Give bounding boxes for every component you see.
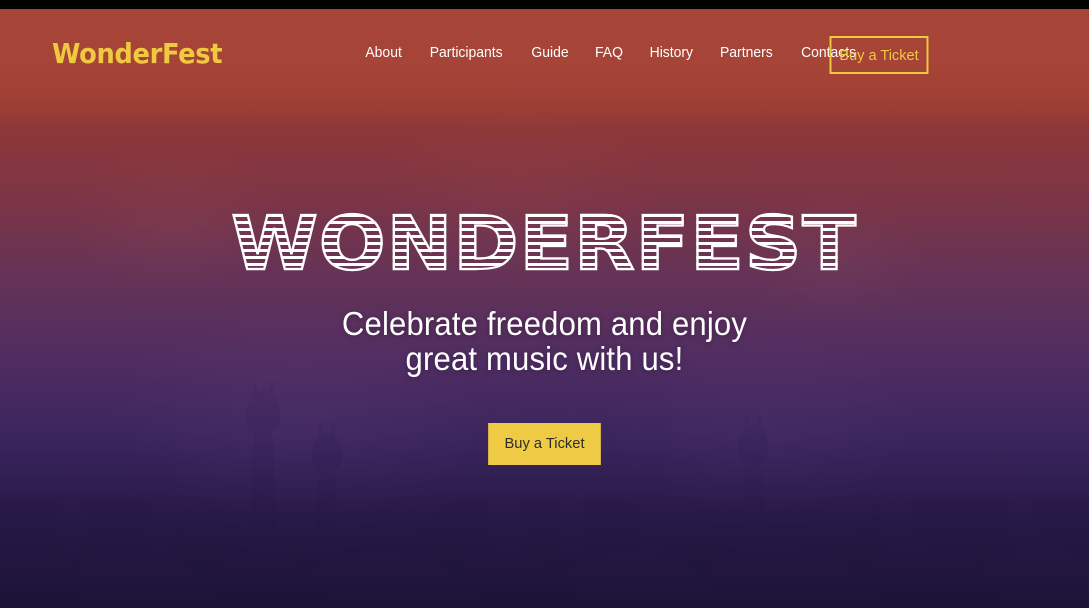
nav-item-about[interactable]: About <box>354 44 413 61</box>
hero-subtitle-line-2: great music with us! <box>405 339 684 377</box>
header-buy-ticket-button[interactable]: Buy a Ticket <box>829 36 929 74</box>
nav-item-partners[interactable]: Partners <box>709 44 784 61</box>
hero-subtitle: Celebrate freedom and enjoy great music … <box>341 305 748 377</box>
main-navigation: About Participants Guide FAQ History Par… <box>352 44 870 61</box>
hero-subtitle-line-1: Celebrate freedom and enjoy <box>341 305 748 342</box>
hero-wordmark: WonderFest <box>230 201 858 287</box>
nav-item-history[interactable]: History <box>638 44 704 61</box>
top-black-bar <box>0 0 1089 9</box>
hero-buy-ticket-button[interactable]: Buy a Ticket <box>488 422 601 465</box>
site-logo[interactable]: WonderFest <box>52 37 223 70</box>
hero-section: WonderFest Celebrate freedom and enjoy g… <box>0 9 1089 608</box>
site-header: WonderFest About Participants Guide FAQ … <box>0 9 1089 92</box>
nav-item-guide[interactable]: Guide <box>520 44 580 61</box>
nav-item-faq[interactable]: FAQ <box>583 44 633 61</box>
nav-item-participants[interactable]: Participants <box>419 44 514 61</box>
